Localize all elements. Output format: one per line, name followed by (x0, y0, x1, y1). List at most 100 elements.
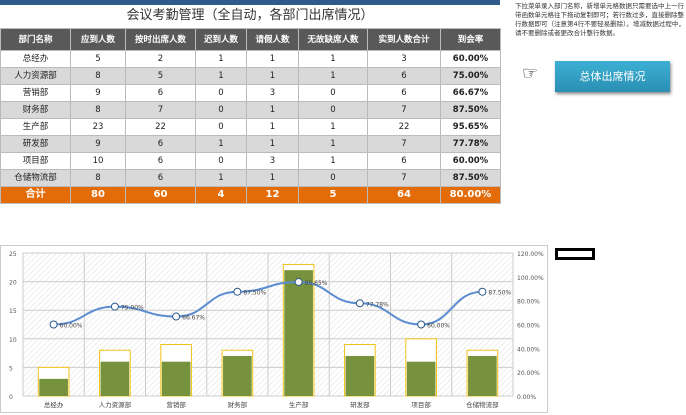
x-tick-label: 仓储物流部 (466, 400, 499, 409)
table-cell[interactable]: 10 (70, 152, 126, 170)
table-cell[interactable]: 财务部 (0, 101, 71, 119)
top-bar (0, 0, 500, 5)
table-cell[interactable]: 1 (298, 135, 368, 153)
table-cell[interactable]: 1 (246, 67, 299, 85)
table-cell[interactable]: 1 (298, 152, 368, 170)
rate-point (110, 302, 119, 311)
chart-svg: 0 5 10 15 20 25 0.00% 20.00% 40.00% 60.00% 80.00% 1… (9, 251, 544, 409)
y2-tick-label: 40.00% (517, 346, 540, 353)
table-cell[interactable]: 0 (195, 118, 247, 136)
table-cell[interactable]: 9 (70, 84, 126, 102)
table-cell[interactable]: 0 (195, 84, 247, 102)
table-cell[interactable]: 95.65% (440, 118, 501, 136)
table-cell[interactable]: 5 (70, 50, 126, 68)
table-cell[interactable]: 7 (125, 101, 196, 119)
table-cell[interactable]: 9 (70, 135, 126, 153)
y2-tick-label: 60.00% (517, 323, 540, 330)
table-cell[interactable]: 6 (125, 135, 196, 153)
table-cell[interactable]: 1 (195, 67, 247, 85)
table-cell[interactable]: 6 (367, 67, 441, 85)
table-cell[interactable]: 3 (367, 50, 441, 68)
table-cell[interactable]: 7 (367, 135, 441, 153)
table-cell[interactable]: 2 (125, 50, 196, 68)
table-cell[interactable]: 仓储物流部 (0, 169, 71, 187)
rate-data-label: 60.00% (427, 323, 450, 330)
total-cell: 合计 (0, 186, 71, 204)
table-cell[interactable]: 0 (195, 101, 247, 119)
table-cell[interactable]: 1 (246, 101, 299, 119)
table-cell[interactable]: 3 (246, 152, 299, 170)
table-cell[interactable]: 60.00% (440, 152, 501, 170)
x-tick-label: 总经办 (44, 400, 64, 409)
total-row: 合计 80 60 4 12 5 64 80.00% (0, 186, 501, 204)
table-cell[interactable]: 22 (125, 118, 196, 136)
y2-tick-label: 120.00% (517, 251, 544, 258)
table-cell[interactable]: 66.67% (440, 84, 501, 102)
y2-tick-label: 100.00% (517, 275, 544, 282)
rate-data-label: 77.78% (366, 301, 389, 308)
overall-attendance-button[interactable]: 总体出席情况 (555, 61, 670, 92)
table-cell[interactable]: 0 (298, 169, 368, 187)
table-row: 营销部 9 6 0 3 0 6 66.67% (0, 84, 501, 102)
table-cell[interactable]: 87.50% (440, 101, 501, 119)
table-cell[interactable]: 6 (367, 84, 441, 102)
bar-actual (39, 378, 68, 396)
table-cell[interactable]: 6 (125, 169, 196, 187)
column-header: 到会率 (440, 28, 501, 51)
table-cell[interactable]: 3 (246, 84, 299, 102)
table-cell[interactable]: 5 (125, 67, 196, 85)
table-cell[interactable]: 生产部 (0, 118, 71, 136)
table-cell[interactable]: 7 (367, 101, 441, 119)
table-cell[interactable]: 0 (195, 152, 247, 170)
table-cell[interactable]: 1 (298, 67, 368, 85)
rate-point (294, 278, 303, 287)
table-cell[interactable]: 6 (367, 152, 441, 170)
total-cell: 12 (246, 186, 299, 204)
table-cell[interactable]: 人力资源部 (0, 67, 71, 85)
table-cell[interactable]: 营销部 (0, 84, 71, 102)
table-cell[interactable]: 项目部 (0, 152, 71, 170)
bar-actual (284, 270, 313, 396)
table-cell[interactable]: 6 (125, 84, 196, 102)
table-cell[interactable]: 1 (195, 135, 247, 153)
x-tick-label: 财务部 (228, 400, 248, 409)
x-tick-label: 研发部 (350, 400, 370, 409)
table-cell[interactable]: 75.00% (440, 67, 501, 85)
table-cell[interactable]: 7 (367, 169, 441, 187)
table-cell[interactable]: 8 (70, 67, 126, 85)
column-header: 实到人数合计 (367, 28, 441, 51)
table-row: 人力资源部 8 5 1 1 1 6 75.00% (0, 67, 501, 85)
table-cell[interactable]: 研发部 (0, 135, 71, 153)
rate-data-label: 60.00% (60, 323, 83, 330)
attendance-table: 部门名称 应到人数 按时出席人数 迟到人数 请假人数 无故缺席人数 实到人数合计 到会率 总经… (0, 28, 501, 204)
table-cell[interactable]: 6 (125, 152, 196, 170)
table-cell[interactable]: 22 (367, 118, 441, 136)
table-cell[interactable]: 87.50% (440, 169, 501, 187)
table-cell[interactable]: 1 (246, 50, 299, 68)
table-cell[interactable]: 1 (195, 169, 247, 187)
table-cell[interactable]: 0 (298, 101, 368, 119)
table-cell[interactable]: 77.78% (440, 135, 501, 153)
rate-data-label: 66.67% (182, 315, 205, 322)
rate-data-label: 87.50% (243, 290, 266, 297)
bar-actual (223, 355, 252, 396)
table-cell[interactable]: 1 (246, 118, 299, 136)
table-cell[interactable]: 8 (70, 169, 126, 187)
table-cell[interactable]: 总经办 (0, 50, 71, 68)
rate-data-label: 75.00% (121, 305, 144, 312)
page-title: 会议考勤管理（全自动，各部门出席情况） (126, 8, 374, 23)
table-cell[interactable]: 1 (246, 135, 299, 153)
table-cell[interactable]: 60.00% (440, 50, 501, 68)
instructions-note: 下拉菜单录入部门名称，新增单元格数据只需要选中上一行带函数单元格往下拖动复制即可… (515, 2, 685, 37)
table-cell[interactable]: 1 (298, 118, 368, 136)
total-cell: 80.00% (440, 186, 501, 204)
rate-point (417, 320, 426, 329)
bar-actual (406, 361, 436, 396)
table-cell[interactable]: 1 (195, 50, 247, 68)
table-cell[interactable]: 23 (70, 118, 126, 136)
cell-selection[interactable] (555, 248, 595, 260)
table-cell[interactable]: 1 (298, 50, 368, 68)
table-cell[interactable]: 1 (246, 169, 299, 187)
table-cell[interactable]: 0 (298, 84, 368, 102)
table-cell[interactable]: 8 (70, 101, 126, 119)
